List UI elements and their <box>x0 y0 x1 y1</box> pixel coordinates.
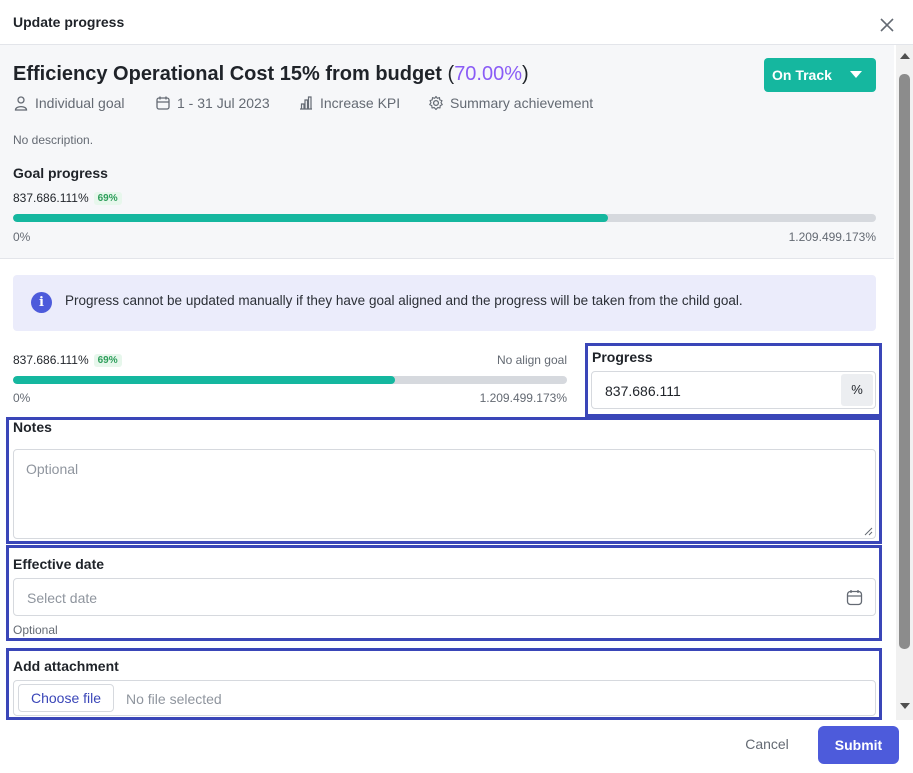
file-status: No file selected <box>126 691 222 707</box>
date-placeholder: Select date <box>27 590 98 606</box>
child-progress-min: 0% <box>13 391 31 405</box>
dialog-body: Efficiency Operational Cost 15% from bud… <box>0 45 894 720</box>
meta-goal-type: Individual goal <box>13 95 125 111</box>
notes-label: Notes <box>13 419 52 435</box>
info-banner: i Progress cannot be updated manually if… <box>13 275 876 331</box>
info-message: Progress cannot be updated manually if t… <box>65 293 743 308</box>
goal-percent: 70.00% <box>454 63 523 85</box>
submit-button[interactable]: Submit <box>818 726 899 764</box>
goal-progress-bar <box>13 214 876 222</box>
file-input: Choose file No file selected <box>13 680 876 716</box>
child-progress-value: 837.686.111% 69% <box>13 353 122 367</box>
bar-chart-icon <box>300 96 312 110</box>
percent-unit: % <box>841 374 873 406</box>
choose-file-button[interactable]: Choose file <box>18 684 114 712</box>
date-optional-hint: Optional <box>13 623 58 637</box>
scrollbar[interactable] <box>896 45 913 720</box>
scroll-down-arrow-icon[interactable] <box>900 703 910 709</box>
goal-description: No description. <box>13 133 94 147</box>
person-icon <box>14 96 28 111</box>
meta-achievement: Summary achievement <box>428 95 593 111</box>
goal-progress-min: 0% <box>13 230 31 244</box>
status-dropdown[interactable]: On Track <box>764 58 876 92</box>
progress-badge: 69% <box>93 353 122 367</box>
scroll-up-arrow-icon[interactable] <box>900 53 910 59</box>
child-progress-bar <box>13 376 567 384</box>
goal-summary: Efficiency Operational Cost 15% from bud… <box>0 45 894 259</box>
goal-progress-value: 837.686.111% 69% <box>13 191 122 205</box>
status-label: On Track <box>772 67 832 83</box>
chevron-down-icon <box>850 71 862 78</box>
meta-date-range: 1 - 31 Jul 2023 <box>155 95 270 111</box>
goal-progress-fill <box>13 214 609 222</box>
goal-progress-label: Goal progress <box>13 165 108 181</box>
effective-date-label: Effective date <box>13 556 105 572</box>
notes-textarea-wrapper <box>13 449 876 539</box>
gear-icon <box>429 95 443 111</box>
close-icon[interactable] <box>878 16 896 34</box>
attachment-label: Add attachment <box>13 658 119 674</box>
info-icon: i <box>31 292 52 313</box>
child-progress-max: 1.209.499.173% <box>479 391 567 405</box>
progress-badge: 69% <box>93 191 122 205</box>
child-progress-fill <box>13 376 396 384</box>
progress-label: Progress <box>592 349 653 365</box>
calendar-icon[interactable] <box>846 589 863 606</box>
meta-kpi-mode: Increase KPI <box>298 95 400 111</box>
goal-title: Efficiency Operational Cost 15% from bud… <box>13 63 529 85</box>
cancel-button[interactable]: Cancel <box>733 730 801 758</box>
goal-name: Efficiency Operational Cost 15% from bud… <box>13 63 442 85</box>
progress-input[interactable]: 837.686.111 % <box>591 371 876 409</box>
notes-textarea[interactable] <box>14 450 875 538</box>
dialog-header: Update progress <box>0 0 913 45</box>
progress-value: 837.686.111 <box>605 383 681 399</box>
dialog-footer: Cancel Submit <box>0 720 913 773</box>
calendar-icon <box>156 96 170 110</box>
goal-progress-max: 1.209.499.173% <box>788 230 876 244</box>
effective-date-input[interactable]: Select date <box>13 578 876 616</box>
scrollbar-thumb[interactable] <box>899 74 910 649</box>
align-goal-label: No align goal <box>496 353 567 367</box>
dialog-title: Update progress <box>13 14 125 30</box>
resize-grip-icon[interactable] <box>863 526 873 536</box>
